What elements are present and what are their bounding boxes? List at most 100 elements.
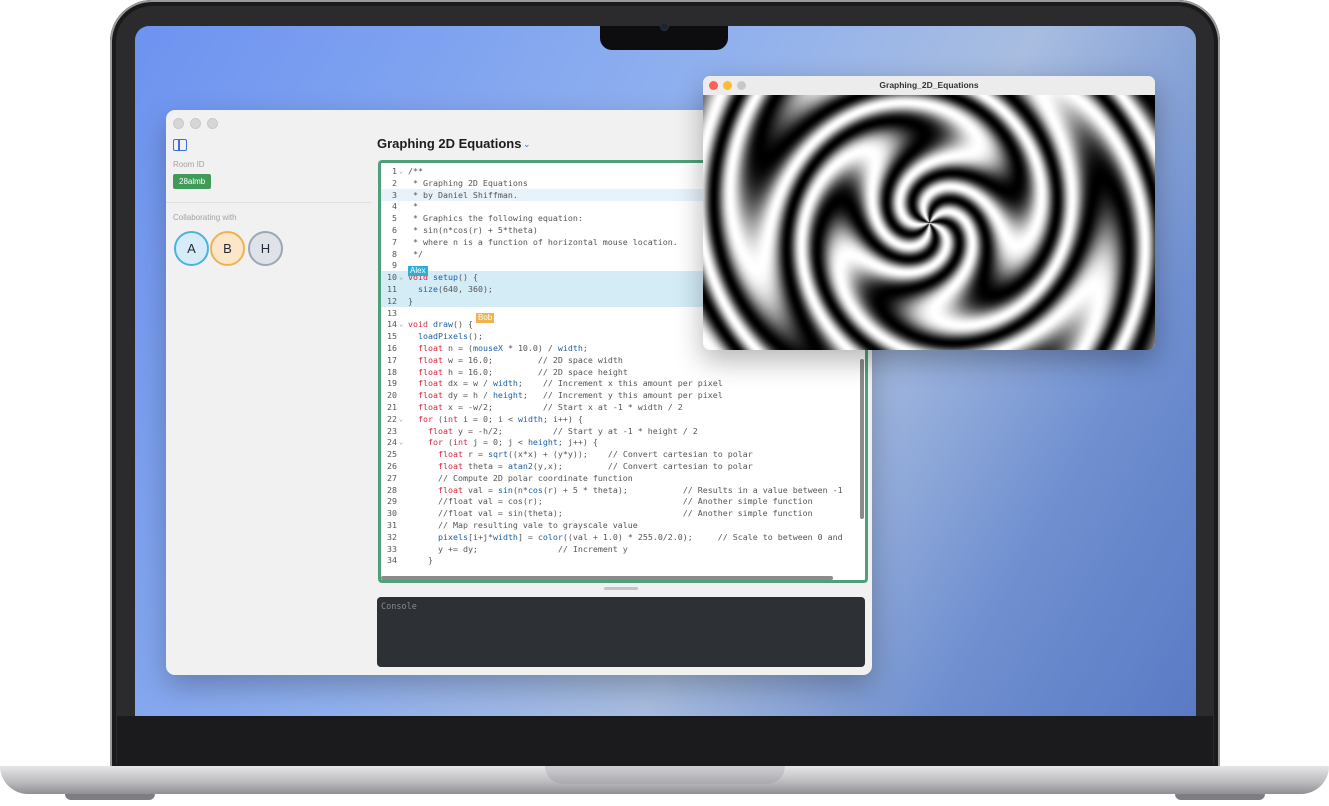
- line-number: 33: [387, 543, 397, 554]
- line-number: 19: [387, 378, 397, 389]
- code-text: float n = (mouseX * 10.0) / width;: [418, 343, 588, 353]
- code-text: float val = sin(n*cos(r) + 5 * theta); /…: [437, 484, 843, 495]
- room-id-badge[interactable]: 28almb: [173, 174, 212, 189]
- chevron-down-icon[interactable]: ⌄: [523, 139, 531, 150]
- document-title[interactable]: Graphing 2D Equations: [377, 136, 521, 151]
- zoom-window-button[interactable]: [207, 118, 218, 129]
- line-number: 18: [387, 366, 397, 377]
- code-line[interactable]: 20 float dy = h / height; // Increment y…: [381, 389, 865, 401]
- code-text: y += dy; // Increment y: [408, 543, 628, 554]
- code-line[interactable]: 18 float h = 16.0; // 2D space height: [381, 366, 865, 378]
- code-line[interactable]: 28 float val = sin(n*cos(r) + 5 * theta)…: [381, 484, 865, 496]
- line-number: 17: [387, 354, 397, 365]
- code-line[interactable]: 30 //float val = sin(theta); // Another …: [381, 507, 865, 519]
- code-line[interactable]: 17 float w = 16.0; // 2D space width: [381, 354, 865, 366]
- vertical-scrollbar[interactable]: [860, 359, 864, 519]
- sketch-canvas[interactable]: [703, 95, 1155, 350]
- code-line[interactable]: 19 float dx = w / width; // Increment x …: [381, 377, 865, 389]
- code-text: float x = -w/2; // Start x at -1 * width…: [418, 402, 683, 412]
- code-text: * by Daniel Shiffman.: [408, 189, 518, 200]
- output-title-bar[interactable]: Graphing_2D_Equations: [703, 76, 1155, 96]
- line-number: 12: [387, 295, 397, 306]
- line-number: 11: [387, 284, 397, 294]
- code-text: loadPixels();: [418, 331, 483, 342]
- code-line[interactable]: 27 // Compute 2D polar coordinate functi…: [381, 472, 865, 484]
- camera-icon: [661, 23, 668, 30]
- line-number: 29: [387, 496, 397, 507]
- code-line[interactable]: 23 float y = -h/2; // Start y at -1 * he…: [381, 425, 865, 437]
- sidebar-toggle-icon[interactable]: [173, 139, 187, 151]
- code-line[interactable]: 21 float x = -w/2; // Start x at -1 * wi…: [381, 401, 865, 413]
- resize-handle[interactable]: [604, 587, 638, 590]
- minimize-window-button[interactable]: [190, 118, 201, 129]
- code-line[interactable]: 25 float r = sqrt((x*x) + (y*y)); // Con…: [381, 448, 865, 460]
- line-number: 8: [392, 248, 397, 259]
- screen-bezel: [117, 716, 1213, 766]
- fold-toggle-icon[interactable]: ⌄: [399, 318, 403, 330]
- console-placeholder: Console: [381, 602, 417, 612]
- code-line[interactable]: 29 //float val = cos(r); // Another simp…: [381, 495, 865, 507]
- line-number: 15: [387, 331, 397, 342]
- line-number: 6: [392, 225, 397, 235]
- laptop-foot: [1175, 794, 1265, 800]
- line-number: 10: [387, 272, 397, 283]
- code-text: float theta = atan2(y,x); // Convert car…: [437, 461, 753, 471]
- code-text: */: [408, 248, 423, 259]
- code-line[interactable]: 32 pixels[i+j*width] = color((val + 1.0)…: [381, 531, 865, 543]
- laptop-hinge-notch: [545, 766, 785, 784]
- code-line[interactable]: 31 // Map resulting vale to grayscale va…: [381, 519, 865, 531]
- line-number: 32: [387, 531, 397, 542]
- window-controls[interactable]: [173, 118, 218, 129]
- avatar-h[interactable]: H: [248, 231, 283, 266]
- output-window-title: Graphing_2D_Equations: [879, 80, 979, 90]
- code-text: * where n is a function of horizontal mo…: [408, 236, 678, 247]
- cursor-label-alex: Alex: [408, 266, 428, 276]
- code-text: // Map resulting vale to grayscale value: [408, 520, 638, 530]
- console-panel[interactable]: Console: [377, 597, 865, 667]
- code-text: }: [408, 295, 413, 306]
- fold-toggle-icon[interactable]: ⌄: [399, 413, 403, 425]
- line-number: 28: [387, 484, 397, 495]
- code-line[interactable]: 22 ⌄ for (int i = 0; i < width; i++) {: [381, 413, 865, 425]
- code-text: //float val = cos(r); // Another simple …: [408, 496, 813, 507]
- code-text: pixels[i+j*width] = color((val + 1.0) * …: [437, 531, 843, 542]
- laptop-foot: [65, 794, 155, 800]
- close-window-button[interactable]: [173, 118, 184, 129]
- code-text: /**: [408, 166, 423, 176]
- line-number: 3: [392, 189, 397, 200]
- line-number: 1: [392, 166, 397, 176]
- sidebar-divider: [166, 202, 371, 203]
- line-number: 20: [387, 390, 397, 401]
- room-id-label: Room ID: [173, 160, 205, 169]
- code-text: float dx = w / width; // Increment x thi…: [418, 378, 723, 389]
- line-number: 7: [392, 236, 397, 247]
- line-number: 5: [392, 213, 397, 224]
- line-number: 4: [392, 201, 397, 212]
- code-line[interactable]: 34 }: [381, 554, 865, 566]
- line-number: 14: [387, 319, 397, 330]
- fold-toggle-icon[interactable]: ⌄: [399, 436, 403, 448]
- code-text: //float val = sin(theta); // Another sim…: [408, 508, 813, 519]
- line-number: 9: [392, 260, 397, 271]
- code-line[interactable]: 26 float theta = atan2(y,x); // Convert …: [381, 460, 865, 472]
- code-text: *: [408, 201, 418, 212]
- line-number: 31: [387, 520, 397, 530]
- avatar-a[interactable]: A: [174, 231, 209, 266]
- code-text: float r = sqrt((x*x) + (y*y)); // Conver…: [437, 449, 753, 460]
- cursor-label-bob: Bob: [476, 313, 495, 323]
- line-number: 13: [387, 307, 397, 318]
- avatar-b[interactable]: B: [210, 231, 245, 266]
- line-number: 22: [387, 413, 397, 424]
- line-number: 30: [387, 508, 397, 519]
- code-line[interactable]: 33 y += dy; // Increment y: [381, 543, 865, 555]
- fold-toggle-icon[interactable]: ⌄: [399, 271, 403, 283]
- line-number: 21: [387, 402, 397, 412]
- code-text: float y = -h/2; // Start y at -1 * heigh…: [427, 425, 698, 436]
- line-number: 23: [387, 425, 397, 436]
- code-text: // Compute 2D polar coordinate function: [408, 472, 633, 483]
- horizontal-scrollbar[interactable]: [381, 576, 833, 580]
- line-number: 2: [392, 177, 397, 188]
- code-line[interactable]: 24 ⌄ for (int j = 0; j < height; j++) {: [381, 436, 865, 448]
- fold-toggle-icon[interactable]: ⌄: [399, 165, 403, 177]
- code-text: void draw() {: [408, 319, 473, 330]
